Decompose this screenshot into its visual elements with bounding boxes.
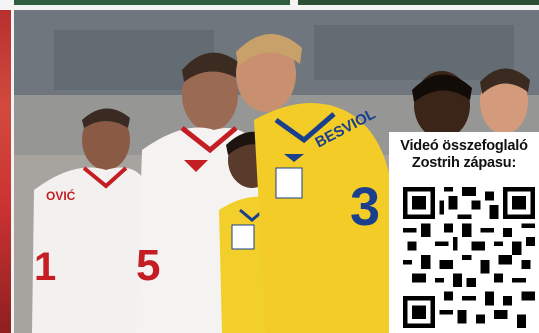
- title-line-hu: Videó összefoglaló: [400, 138, 528, 154]
- qr-code-icon[interactable]: [403, 186, 535, 329]
- top-photo-left: [14, 0, 290, 5]
- svg-text:OVIĆ: OVIĆ: [46, 188, 76, 203]
- top-photo-right: [298, 0, 539, 5]
- top-photo-strip: [0, 0, 539, 8]
- left-photo-edge: [0, 10, 11, 333]
- svg-text:1: 1: [34, 245, 56, 289]
- video-summary-panel[interactable]: Videó összefoglaló Zostrih zápasu:: [389, 132, 539, 333]
- news-photo-frame: OVIĆ 1 5 BESVIOL 3 Videó összefoglaló Zo…: [0, 0, 539, 333]
- svg-text:5: 5: [136, 241, 160, 290]
- title-line-sk: Zostrih zápasu:: [411, 155, 517, 171]
- video-summary-title: Videó összefoglaló Zostrih zápasu:: [389, 138, 539, 172]
- jersey-number-text: 3: [350, 177, 380, 237]
